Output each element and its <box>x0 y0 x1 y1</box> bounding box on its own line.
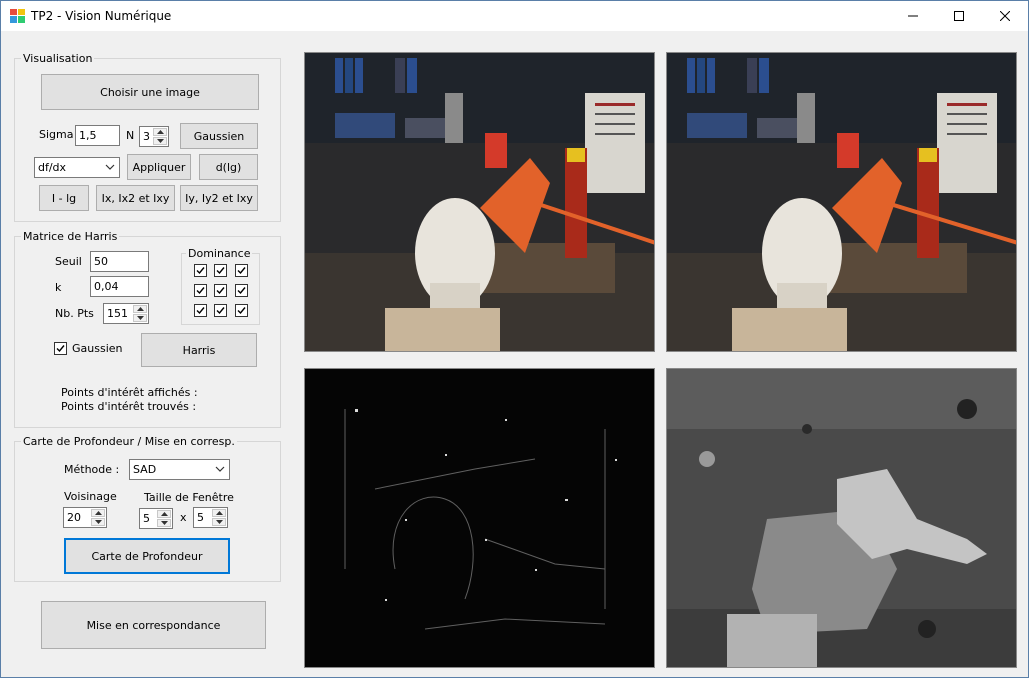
visualisation-legend: Visualisation <box>23 52 93 65</box>
spin-down-icon[interactable] <box>212 518 226 526</box>
spin-down-icon[interactable] <box>157 519 171 527</box>
voisinage-value: 20 <box>67 511 81 524</box>
depth-map-image <box>666 368 1017 668</box>
checkmark-icon <box>216 267 225 275</box>
spin-up-icon[interactable] <box>91 509 105 517</box>
gaussien-checkbox-label: Gaussien <box>72 342 123 355</box>
harris-button[interactable]: Harris <box>141 333 257 367</box>
derivative-select[interactable]: df/dx <box>34 157 120 178</box>
checkmark-icon <box>237 267 246 275</box>
n-value: 3 <box>143 130 150 143</box>
appliquer-button[interactable]: Appliquer <box>127 154 191 180</box>
taille-width-value: 5 <box>143 512 150 525</box>
gaussien-button[interactable]: Gaussien <box>180 123 258 149</box>
seuil-label: Seuil <box>55 255 82 268</box>
dominance-checkbox[interactable] <box>214 284 227 297</box>
stereo-right-image <box>666 52 1017 352</box>
dominance-checkbox[interactable] <box>235 304 248 317</box>
derivative-select-value: df/dx <box>38 161 67 174</box>
n-stepper[interactable]: 3 <box>139 126 169 147</box>
title-bar[interactable]: TP2 - Vision Numérique <box>1 1 1028 31</box>
checkmark-icon <box>196 287 205 295</box>
dominance-checkbox[interactable] <box>214 264 227 277</box>
i-lg-button[interactable]: I - lg <box>39 185 89 211</box>
checkmark-icon <box>196 307 205 315</box>
spin-up-icon[interactable] <box>153 128 167 136</box>
taille-height-value: 5 <box>197 511 204 524</box>
taille-separator: x <box>180 511 187 524</box>
nbpts-stepper[interactable]: 151 <box>103 303 149 324</box>
window-title: TP2 - Vision Numérique <box>31 9 172 23</box>
maximize-icon <box>954 11 964 21</box>
spin-down-icon[interactable] <box>133 314 147 322</box>
spin-up-icon[interactable] <box>157 510 171 518</box>
spin-down-icon[interactable] <box>153 137 167 145</box>
dominance-checkbox[interactable] <box>235 264 248 277</box>
spin-up-icon[interactable] <box>133 305 147 313</box>
minimize-icon <box>908 15 918 17</box>
methode-select-value: SAD <box>133 463 157 476</box>
nbpts-label: Nb. Pts <box>55 307 94 320</box>
dominance-checkbox[interactable] <box>194 264 207 277</box>
voisinage-stepper[interactable]: 20 <box>63 507 107 528</box>
app-icon <box>10 9 25 23</box>
dlg-button[interactable]: d(lg) <box>199 154 258 180</box>
checkmark-icon <box>216 287 225 295</box>
dominance-checkbox[interactable] <box>214 304 227 317</box>
sigma-label: Sigma <box>39 128 74 141</box>
harris-legend: Matrice de Harris <box>23 230 118 243</box>
close-button[interactable] <box>982 1 1028 31</box>
nbpts-value: 151 <box>107 307 128 320</box>
close-icon <box>1000 11 1010 21</box>
choose-image-button[interactable]: Choisir une image <box>41 74 259 110</box>
taille-height-stepper[interactable]: 5 <box>193 507 228 528</box>
minimize-button[interactable] <box>890 1 936 31</box>
taille-label: Taille de Fenêtre <box>144 491 234 504</box>
chevron-down-icon <box>215 466 225 472</box>
seuil-input[interactable]: 50 <box>90 251 149 272</box>
taille-width-stepper[interactable]: 5 <box>139 508 173 529</box>
maximize-button[interactable] <box>936 1 982 31</box>
stereo-left-image <box>304 52 655 352</box>
checkmark-icon <box>237 307 246 315</box>
carte-profondeur-button[interactable]: Carte de Profondeur <box>64 538 230 574</box>
dominance-checkbox[interactable] <box>235 284 248 297</box>
app-window: TP2 - Vision Numérique Visualisation Cho… <box>0 0 1029 678</box>
points-trouves-label: Points d'intérêt trouvés : <box>61 400 197 413</box>
voisinage-label: Voisinage <box>64 490 117 503</box>
iy-iy2-ixy-button[interactable]: Iy, Iy2 et Ixy <box>180 185 258 211</box>
sigma-input[interactable]: 1,5 <box>75 125 120 146</box>
checkmark-icon <box>237 287 246 295</box>
profondeur-legend: Carte de Profondeur / Mise en corresp. <box>23 435 235 448</box>
spin-up-icon[interactable] <box>212 509 226 517</box>
checkmark-icon <box>216 307 225 315</box>
checkmark-icon <box>196 267 205 275</box>
points-affiches-label: Points d'intérêt affichés : <box>61 386 198 399</box>
k-label: k <box>55 281 62 294</box>
mise-en-correspondance-button[interactable]: Mise en correspondance <box>41 601 266 649</box>
checkmark-icon <box>56 345 65 353</box>
gradient-edges-image <box>304 368 655 668</box>
dominance-legend: Dominance <box>188 247 251 260</box>
methode-select[interactable]: SAD <box>129 459 230 480</box>
ix-ix2-ixy-button[interactable]: Ix, Ix2 et Ixy <box>96 185 175 211</box>
gaussien-checkbox[interactable] <box>54 342 67 355</box>
dominance-checkbox[interactable] <box>194 284 207 297</box>
methode-label: Méthode : <box>64 463 120 476</box>
n-label: N <box>126 129 135 142</box>
chevron-down-icon <box>105 164 115 170</box>
k-input[interactable]: 0,04 <box>90 276 149 297</box>
dominance-checkbox[interactable] <box>194 304 207 317</box>
spin-down-icon[interactable] <box>91 518 105 526</box>
